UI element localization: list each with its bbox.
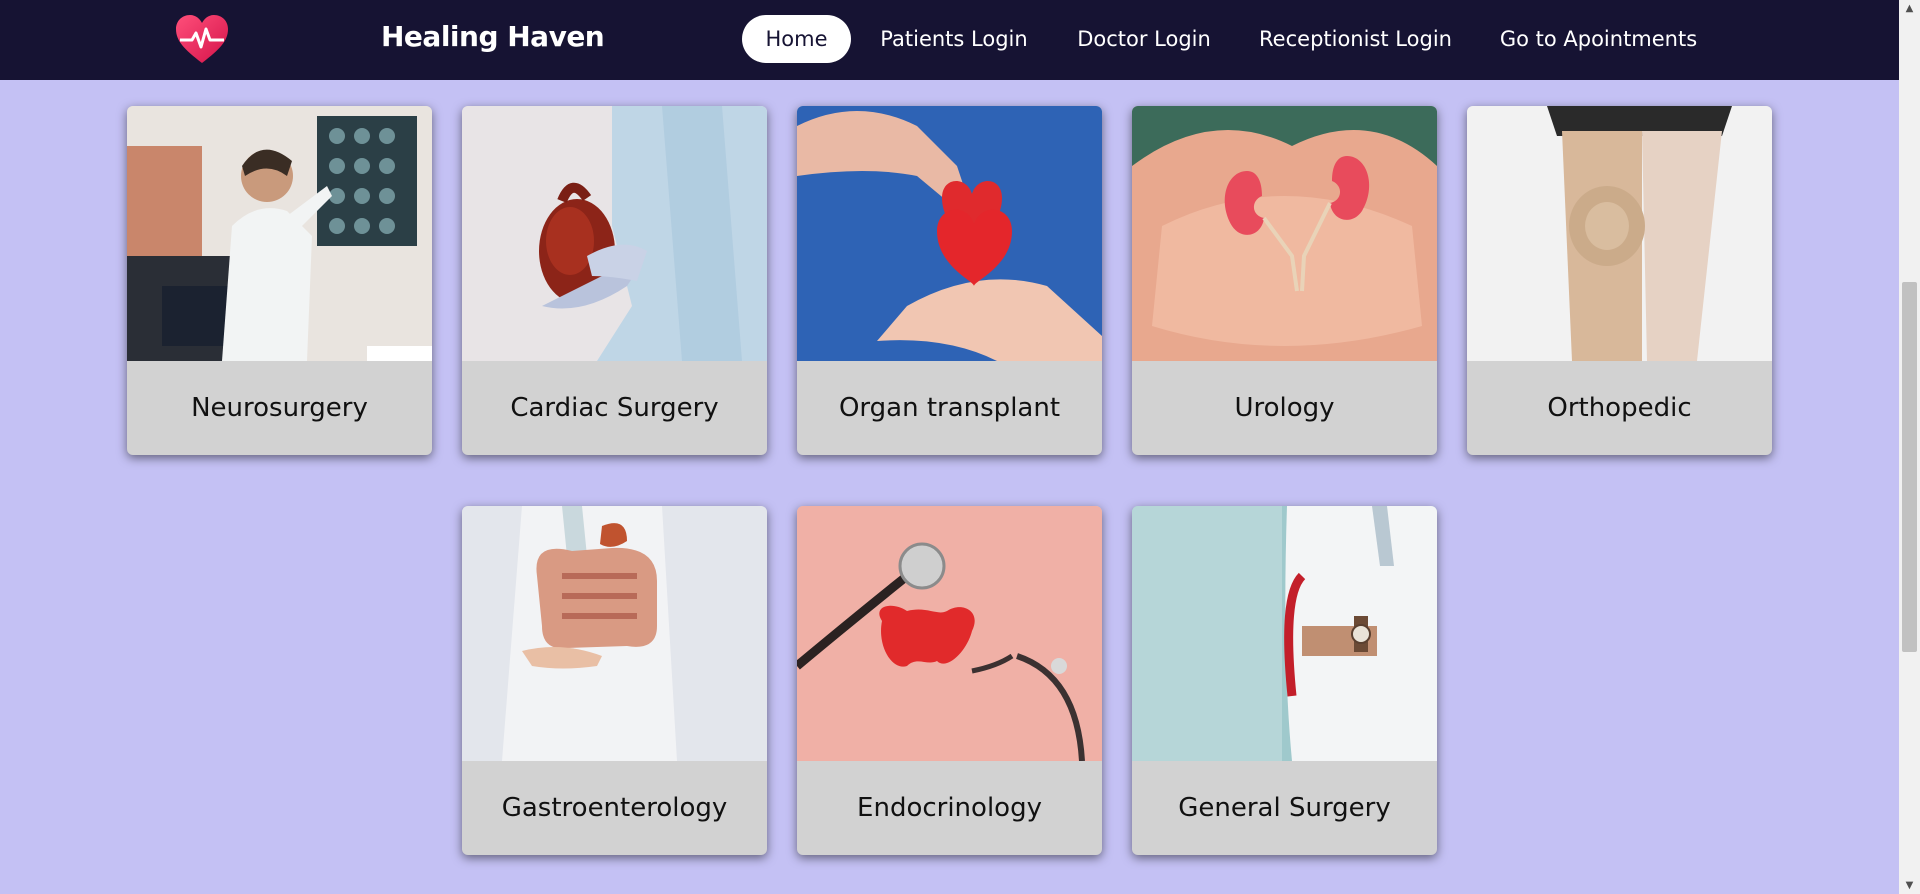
department-card-gastroenterology[interactable]: Gastroenterology — [462, 506, 767, 855]
department-card-orthopedic[interactable]: Orthopedic — [1467, 106, 1772, 455]
department-name: Orthopedic — [1547, 393, 1692, 423]
nav-receptionist-login[interactable]: Receptionist Login — [1256, 15, 1455, 63]
nav-doctor-login[interactable]: Doctor Login — [1074, 15, 1214, 63]
department-card-neurosurgery[interactable]: Neurosurgery — [127, 106, 432, 455]
urology-image — [1132, 106, 1437, 361]
department-name: Cardiac Surgery — [510, 393, 719, 423]
orthopedic-image — [1467, 106, 1772, 361]
gastroenterology-image — [462, 506, 767, 761]
cardiac-surgery-image — [462, 106, 767, 361]
nav-appointments[interactable]: Go to Apointments — [1497, 15, 1700, 63]
organ-transplant-image — [797, 106, 1102, 361]
department-card-general-surgery[interactable]: General Surgery — [1132, 506, 1437, 855]
top-navbar: Healing Haven Home Patients Login Doctor… — [0, 0, 1899, 80]
scrollbar-thumb[interactable] — [1902, 282, 1917, 652]
neurosurgery-image — [127, 106, 432, 361]
scroll-up-arrow-icon[interactable]: ▲ — [1899, 0, 1920, 17]
department-card-endocrinology[interactable]: Endocrinology — [797, 506, 1102, 855]
department-name: General Surgery — [1178, 793, 1391, 823]
nav-home[interactable]: Home — [742, 15, 851, 63]
department-card-organ-transplant[interactable]: Organ transplant — [797, 106, 1102, 455]
brand-title[interactable]: Healing Haven — [381, 20, 605, 53]
department-name: Urology — [1234, 393, 1335, 423]
scroll-down-arrow-icon[interactable]: ▼ — [1899, 877, 1920, 894]
general-surgery-image — [1132, 506, 1437, 761]
nav-patients-login[interactable]: Patients Login — [876, 15, 1032, 63]
department-name: Endocrinology — [857, 793, 1042, 823]
department-name: Organ transplant — [838, 393, 1061, 423]
page-scrollbar[interactable]: ▲ ▼ — [1899, 0, 1920, 894]
department-card-cardiac-surgery[interactable]: Cardiac Surgery — [462, 106, 767, 455]
endocrinology-image — [797, 506, 1102, 761]
department-name: Neurosurgery — [191, 393, 368, 423]
heart-pulse-logo-icon[interactable] — [174, 13, 230, 65]
department-card-urology[interactable]: Urology — [1132, 106, 1437, 455]
department-name: Gastroenterology — [501, 793, 728, 823]
